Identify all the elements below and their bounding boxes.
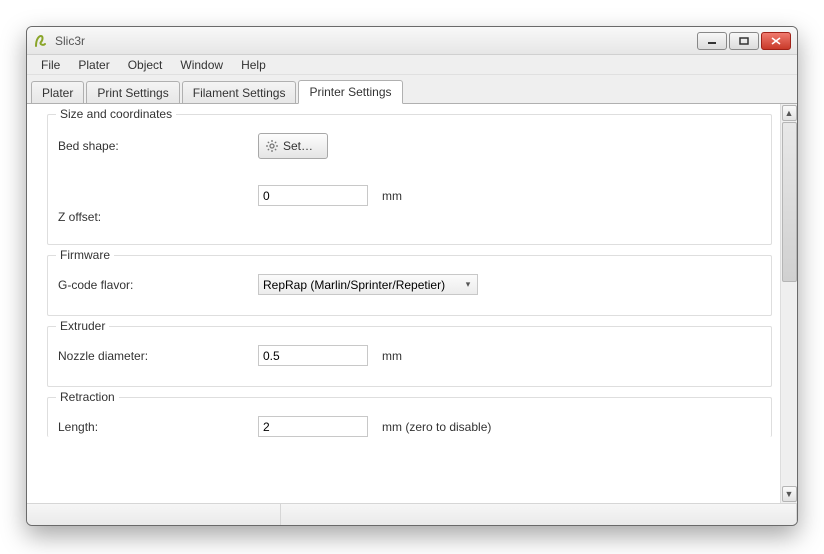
window-title: Slic3r	[55, 34, 85, 48]
settings-panel: Size and coordinates Bed shape: Set…	[27, 104, 780, 503]
minimize-button[interactable]	[697, 32, 727, 50]
retraction-length-unit: mm (zero to disable)	[382, 420, 491, 434]
gcode-flavor-select[interactable]: RepRap (Marlin/Sprinter/Repetier) ▾	[258, 274, 478, 295]
tab-plater[interactable]: Plater	[31, 81, 84, 104]
menu-file[interactable]: File	[33, 56, 68, 74]
z-offset-unit: mm	[382, 189, 402, 203]
tab-printer-settings[interactable]: Printer Settings	[298, 80, 402, 104]
tabstrip: Plater Print Settings Filament Settings …	[27, 75, 797, 103]
app-icon	[33, 33, 49, 49]
retraction-length-label: Length:	[58, 420, 258, 434]
statusbar	[27, 503, 797, 525]
nozzle-diameter-label: Nozzle diameter:	[58, 349, 258, 363]
z-offset-input[interactable]	[258, 185, 368, 206]
maximize-button[interactable]	[729, 32, 759, 50]
group-legend: Size and coordinates	[56, 107, 176, 121]
menu-help[interactable]: Help	[233, 56, 274, 74]
group-legend: Extruder	[56, 319, 109, 333]
gcode-flavor-value: RepRap (Marlin/Sprinter/Repetier)	[263, 278, 445, 292]
close-button[interactable]	[761, 32, 791, 50]
group-firmware: Firmware G-code flavor: RepRap (Marlin/S…	[47, 255, 772, 316]
gear-icon	[265, 139, 279, 153]
group-retraction: Retraction Length: mm (zero to disable)	[47, 397, 772, 437]
scroll-up-button[interactable]: ▲	[782, 105, 797, 121]
scroll-down-button[interactable]: ▼	[782, 486, 797, 502]
tab-filament-settings[interactable]: Filament Settings	[182, 81, 297, 104]
scroll-thumb[interactable]	[782, 122, 797, 282]
menu-plater[interactable]: Plater	[70, 56, 117, 74]
menu-window[interactable]: Window	[172, 56, 231, 74]
bed-shape-label: Bed shape:	[58, 139, 258, 153]
chevron-down-icon: ▾	[461, 277, 475, 293]
group-extruder: Extruder Nozzle diameter: mm	[47, 326, 772, 387]
menubar: File Plater Object Window Help	[27, 55, 797, 75]
group-size-coordinates: Size and coordinates Bed shape: Set…	[47, 114, 772, 245]
group-legend: Retraction	[56, 390, 119, 404]
bed-shape-set-button[interactable]: Set…	[258, 133, 328, 159]
z-offset-label-text: Z offset:	[58, 210, 258, 224]
menu-object[interactable]: Object	[120, 56, 171, 74]
nozzle-diameter-input[interactable]	[258, 345, 368, 366]
tab-print-settings[interactable]: Print Settings	[86, 81, 179, 104]
status-panel-1	[27, 504, 281, 525]
set-button-label: Set…	[283, 139, 313, 153]
group-legend: Firmware	[56, 248, 114, 262]
content-frame: Size and coordinates Bed shape: Set…	[27, 103, 797, 503]
retraction-length-input[interactable]	[258, 416, 368, 437]
gcode-flavor-label: G-code flavor:	[58, 278, 258, 292]
status-panel-2	[281, 504, 797, 525]
app-window: Slic3r File Plater Object Window Help Pl…	[26, 26, 798, 526]
vertical-scrollbar[interactable]: ▲ ▼	[780, 104, 797, 503]
titlebar: Slic3r	[27, 27, 797, 55]
nozzle-diameter-unit: mm	[382, 349, 402, 363]
scroll-track[interactable]	[782, 122, 797, 485]
